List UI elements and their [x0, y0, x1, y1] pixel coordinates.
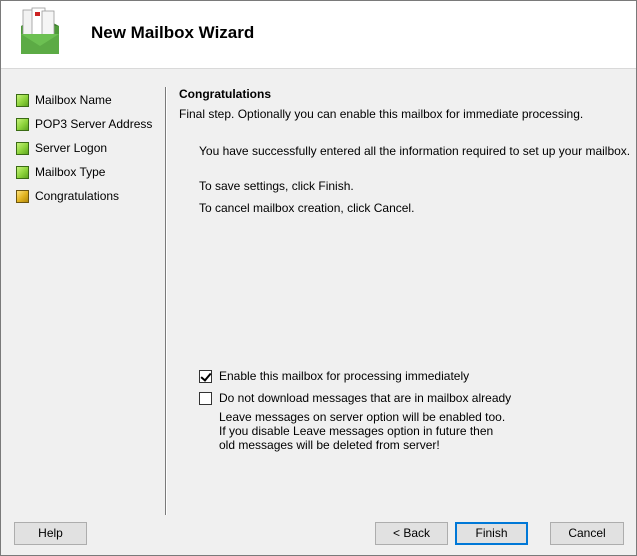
no-download-checkbox[interactable]: Do not download messages that are in mai… [199, 391, 511, 405]
step-label: Mailbox Type [35, 165, 106, 179]
step-complete-icon [16, 117, 29, 131]
no-download-label[interactable]: Do not download messages that are in mai… [219, 391, 511, 405]
note-line: Leave messages on server option will be … [219, 410, 506, 424]
step-label: Server Logon [35, 141, 108, 155]
back-button[interactable]: < Back [375, 522, 448, 545]
enable-processing-checkbox[interactable]: Enable this mailbox for processing immed… [199, 369, 469, 383]
checkbox-checked-icon[interactable] [199, 369, 212, 383]
no-download-note: Leave messages on server option will be … [219, 410, 519, 452]
step-pop3-server-address: POP3 Server Address [16, 115, 152, 133]
step-mailbox-name: Mailbox Name [16, 91, 112, 109]
step-congratulations: Congratulations [16, 187, 119, 205]
finish-button[interactable]: Finish [455, 522, 528, 545]
step-label: Mailbox Name [35, 93, 112, 107]
enable-processing-label[interactable]: Enable this mailbox for processing immed… [219, 369, 469, 383]
step-complete-icon [16, 93, 29, 107]
step-server-logon: Server Logon [16, 139, 107, 157]
page-title: Congratulations [179, 87, 271, 101]
success-text: You have successfully entered all the in… [199, 144, 631, 158]
step-complete-icon [16, 141, 29, 155]
steps-panel: Mailbox Name POP3 Server Address Server … [1, 69, 165, 554]
note-line: If you disable Leave messages option in … [219, 424, 494, 438]
checkbox-unchecked-icon[interactable] [199, 391, 212, 405]
cancel-button[interactable]: Cancel [550, 522, 624, 545]
wizard-window: New Mailbox Wizard Mailbox Name POP3 Ser… [0, 0, 637, 556]
step-current-icon [16, 189, 29, 203]
wizard-header: New Mailbox Wizard [1, 1, 636, 69]
step-label: Congratulations [35, 189, 120, 203]
step-mailbox-type: Mailbox Type [16, 163, 105, 181]
cancel-instruction: To cancel mailbox creation, click Cancel… [199, 201, 415, 215]
page-subtitle: Final step. Optionally you can enable th… [179, 107, 584, 121]
step-label: POP3 Server Address [35, 117, 153, 131]
note-line: old messages will be deleted from server… [219, 438, 440, 452]
save-instruction: To save settings, click Finish. [199, 179, 354, 193]
vertical-divider [165, 87, 167, 515]
mailbox-icon [21, 7, 59, 54]
step-complete-icon [16, 165, 29, 179]
wizard-title: New Mailbox Wizard [91, 23, 255, 42]
help-button[interactable]: Help [14, 522, 87, 545]
